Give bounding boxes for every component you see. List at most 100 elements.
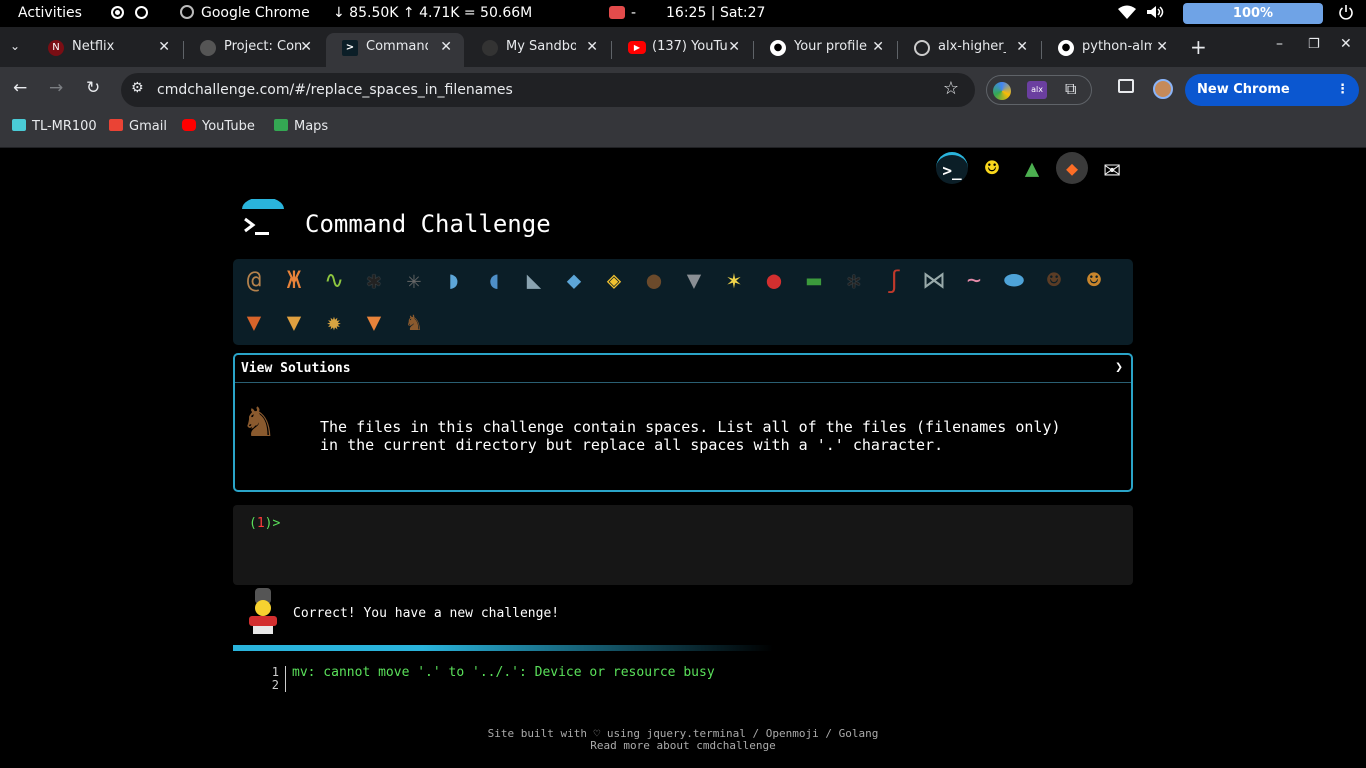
- whale-icon[interactable]: ◗: [437, 263, 471, 297]
- close-tab-icon[interactable]: ✕: [586, 33, 598, 61]
- shushing-face-icon[interactable]: ☻: [976, 152, 1008, 184]
- bookmark-gmail[interactable]: Gmail: [109, 112, 167, 142]
- youtube-icon: [182, 119, 196, 131]
- wifi-icon[interactable]: [1118, 0, 1136, 27]
- github-icon: ●: [1058, 40, 1074, 56]
- snail-icon[interactable]: @: [237, 263, 271, 297]
- tab-youtube[interactable]: ▶ (137) YouTu ✕: [612, 33, 752, 67]
- browser-toolbar: ← → ↻ ⚙ cmdchallenge.com/#/replace_space…: [0, 67, 1366, 129]
- ant-icon[interactable]: ✱: [357, 263, 391, 297]
- close-tab-icon[interactable]: ✕: [300, 33, 312, 61]
- bookmark-youtube[interactable]: YouTube: [182, 112, 255, 142]
- monkey-icon[interactable]: ☻: [1037, 263, 1071, 297]
- progress-bar: [233, 645, 773, 651]
- tab-alx-higher[interactable]: alx-higher_l ✕: [898, 33, 1040, 67]
- fish-icon[interactable]: ◆: [557, 263, 591, 297]
- leaf-bug-icon[interactable]: ▬: [797, 263, 831, 297]
- tiger-icon[interactable]: ▼: [357, 305, 391, 339]
- read-more-link[interactable]: Read more about cmdchallenge: [0, 740, 1366, 752]
- avatar[interactable]: [1153, 79, 1173, 99]
- power-icon[interactable]: [1338, 0, 1354, 27]
- tree-icon[interactable]: ▲: [1016, 152, 1048, 184]
- challenge-description: The files in this challenge contain spac…: [320, 418, 1061, 454]
- restore-icon[interactable]: ❐: [1308, 37, 1320, 52]
- horse-icon[interactable]: ♞: [397, 305, 431, 339]
- tropical-fish-icon[interactable]: ◈: [597, 263, 631, 297]
- back-icon[interactable]: ←: [13, 78, 27, 98]
- close-window-icon[interactable]: ✕: [1340, 36, 1352, 52]
- terminal-icon[interactable]: >_: [936, 152, 968, 184]
- lion-icon[interactable]: ✹: [317, 305, 351, 339]
- line-number: 2: [271, 678, 279, 692]
- record-indicator-icon[interactable]: [111, 0, 124, 27]
- more-menu-icon[interactable]: ⋮: [1336, 74, 1349, 106]
- close-tab-icon[interactable]: ✕: [728, 33, 740, 61]
- guard-icon: [246, 588, 280, 634]
- fly-icon[interactable]: ⋈: [917, 263, 951, 297]
- reload-icon[interactable]: ↻: [86, 78, 100, 98]
- extension-icon[interactable]: [993, 82, 1011, 100]
- update-chrome-button[interactable]: New Chrome available ⋮: [1185, 74, 1359, 129]
- close-tab-icon[interactable]: ✕: [1016, 33, 1028, 61]
- alx-extension-icon[interactable]: alx: [1027, 81, 1047, 99]
- shark-icon[interactable]: ◣: [517, 263, 551, 297]
- side-panel-icon[interactable]: [1118, 79, 1134, 93]
- envelope-icon[interactable]: ✉: [1096, 152, 1128, 184]
- minimize-icon[interactable]: –: [1276, 36, 1283, 52]
- clock[interactable]: 16:25 | Sat:27: [666, 0, 765, 27]
- spider-web-icon[interactable]: ✳: [397, 263, 431, 297]
- logo: [240, 197, 286, 241]
- dog-icon[interactable]: ☻: [1077, 263, 1111, 297]
- bee-icon[interactable]: ✶: [717, 263, 751, 297]
- view-solutions-toggle[interactable]: View Solutions ❯: [235, 355, 1131, 383]
- dolphin-icon[interactable]: ◖: [477, 263, 511, 297]
- cat-icon[interactable]: ▼: [277, 305, 311, 339]
- puzzle-icon[interactable]: ⧉: [1065, 79, 1076, 99]
- screen-cast-icon[interactable]: [609, 0, 625, 27]
- battery-indicator[interactable]: 100%: [1183, 3, 1323, 24]
- hedgehog-icon[interactable]: ●: [637, 263, 671, 297]
- app-menu[interactable]: Google Chrome: [201, 0, 310, 27]
- line-number: 1: [271, 665, 279, 679]
- tab-command-challenge[interactable]: > Command C ✕: [326, 33, 464, 67]
- activities-button[interactable]: Activities: [18, 0, 82, 27]
- output-text: mv: cannot move '.' to '../.': Device or…: [292, 665, 715, 680]
- page-content: >_ ☻ ▲ ◆ ✉ Command Challenge @ Ж ∿ ✱ ✳ ◗…: [0, 148, 1366, 768]
- tab-project[interactable]: Project: Con ✕: [184, 33, 324, 67]
- bookmark-maps[interactable]: Maps: [274, 112, 328, 142]
- new-tab-button[interactable]: +: [1190, 35, 1207, 59]
- bookmarks-bar: TL-MR100 Gmail YouTube Maps: [0, 112, 1366, 148]
- worm-icon[interactable]: ∼: [957, 263, 991, 297]
- bookmark-tl-mr100[interactable]: TL-MR100: [12, 112, 97, 142]
- scorpion-icon[interactable]: ʃ: [877, 263, 911, 297]
- fox-icon[interactable]: ▼: [237, 305, 271, 339]
- close-tab-icon[interactable]: ✕: [440, 33, 452, 61]
- close-tab-icon[interactable]: ✕: [158, 33, 170, 61]
- volume-icon[interactable]: [1146, 0, 1164, 27]
- gitlab-icon[interactable]: ◆: [1056, 152, 1088, 184]
- url-text[interactable]: cmdchallenge.com/#/replace_spaces_in_fil…: [157, 73, 513, 107]
- close-tab-icon[interactable]: ✕: [872, 33, 884, 61]
- spider-icon[interactable]: ✲: [837, 263, 871, 297]
- terminal-input[interactable]: (1)>: [233, 505, 1133, 585]
- site-settings-icon[interactable]: ⚙: [131, 80, 144, 96]
- tab-netflix[interactable]: N Netflix ✕: [32, 33, 182, 67]
- address-bar[interactable]: ⚙ cmdchallenge.com/#/replace_spaces_in_f…: [121, 73, 975, 107]
- extensions-group: alx ⧉: [986, 75, 1092, 105]
- tab-python-almost[interactable]: ● python-alm ✕: [1042, 33, 1180, 67]
- wolf-icon[interactable]: ▼: [677, 263, 711, 297]
- forward-icon[interactable]: →: [49, 78, 63, 98]
- caterpillar-icon[interactable]: ∿: [317, 263, 351, 297]
- circle-indicator-icon[interactable]: [135, 0, 148, 27]
- bookmark-star-icon[interactable]: ☆: [943, 78, 959, 99]
- microbe-icon[interactable]: ⬬: [997, 263, 1031, 297]
- tab-your-profile[interactable]: ● Your profile ✕: [754, 33, 896, 67]
- butterfly-icon[interactable]: Ж: [277, 263, 311, 297]
- ladybug-icon[interactable]: ●: [757, 263, 791, 297]
- close-tab-icon[interactable]: ✕: [1156, 33, 1168, 61]
- result-message: Correct! You have a new challenge!: [293, 606, 560, 621]
- tab-my-sandbox[interactable]: My Sandbox ✕: [466, 33, 610, 67]
- output-gutter: [285, 666, 286, 692]
- view-solutions-label: View Solutions: [241, 361, 351, 376]
- tab-search-chevron-icon[interactable]: ⌄: [10, 39, 20, 53]
